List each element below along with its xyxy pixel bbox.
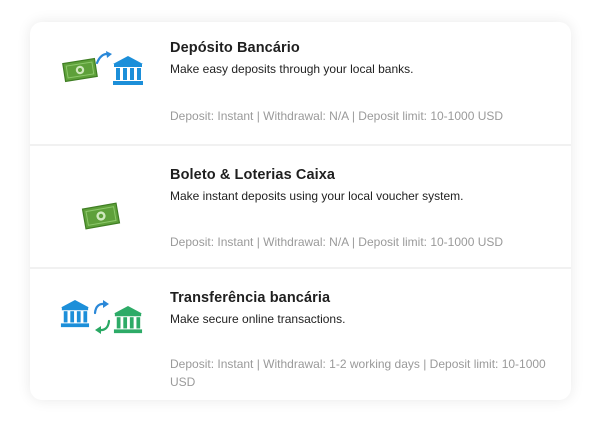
method-description: Make easy deposits through your local ba… [170, 62, 414, 76]
method-title: Depósito Bancário [170, 40, 300, 56]
method-description: Make secure online transactions. [170, 312, 346, 326]
method-description: Make instant deposits using your local v… [170, 189, 464, 203]
method-title: Boleto & Loterias Caixa [170, 167, 336, 183]
method-limits-info: Deposit: Instant | Withdrawal: 1-2 worki… [170, 357, 546, 389]
banknote-icon [58, 146, 144, 246]
payment-method-boleto-loterias-caixa[interactable]: Boleto & Loterias Caixa Make instant dep… [30, 144, 571, 269]
method-title: Transferência bancária [170, 290, 331, 306]
banknote-to-bank-icon [58, 22, 144, 122]
method-limits-info: Deposit: Instant | Withdrawal: N/A | Dep… [170, 109, 504, 123]
bank-transfer-icon [58, 269, 144, 369]
payment-method-deposito-bancario[interactable]: Depósito Bancário Make easy deposits thr… [30, 22, 571, 144]
payment-method-transferencia-bancaria[interactable]: Transferência bancária Make secure onlin… [30, 267, 571, 400]
payment-methods-card: Depósito Bancário Make easy deposits thr… [30, 22, 571, 400]
method-limits-info: Deposit: Instant | Withdrawal: N/A | Dep… [170, 235, 504, 249]
